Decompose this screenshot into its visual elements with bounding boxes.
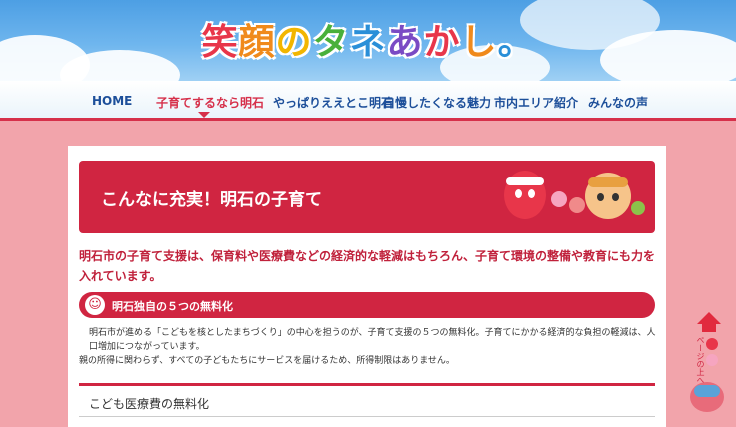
nav-charm[interactable]: 自慢したくなる魅力 bbox=[383, 94, 491, 111]
nav-childcare[interactable]: 子育てするなら明石 bbox=[156, 94, 264, 111]
smile-icon: ☺ bbox=[85, 295, 105, 315]
logo-char: あ bbox=[386, 22, 424, 63]
small-mascot-icon bbox=[569, 197, 585, 213]
tako-mascot-icon bbox=[504, 171, 546, 219]
tako-mascot-icon bbox=[690, 382, 724, 412]
nav-area[interactable]: 市内エリア紹介 bbox=[494, 94, 578, 111]
main-content: こんなに充実！明石の子育て 明石市の子育て支援は、保育料や医療費などの経済的な軽… bbox=[68, 146, 666, 427]
logo-char: か bbox=[423, 22, 461, 63]
section-heading: こども医療費の無料化 bbox=[79, 383, 655, 417]
back-to-top-label: ページの上へ bbox=[696, 336, 705, 384]
intro-text: 明石市の子育て支援は、保育料や医療費などの経済的な軽減はもちろん、子育て環境の整… bbox=[79, 249, 656, 283]
body-paragraph: 明石市が進める「こどもを核としたまちづくり」の中心を担うのが、子育て支援の５つの… bbox=[89, 328, 656, 352]
mascot-icon bbox=[706, 338, 718, 350]
logo-char: 笑 bbox=[201, 22, 239, 63]
subsection-heading: ☺ 明石独自の５つの無料化 bbox=[79, 292, 655, 318]
leaf-icon bbox=[631, 201, 645, 215]
small-mascot-icon bbox=[551, 191, 567, 207]
back-to-top-button[interactable]: ページの上へ bbox=[690, 312, 730, 414]
nav-voices[interactable]: みんなの声 bbox=[588, 94, 648, 111]
page-title: こんなに充実！明石の子育て bbox=[101, 190, 322, 210]
mascot-icon bbox=[706, 354, 718, 366]
nav-good-place[interactable]: やっぱりええとこ明石 bbox=[273, 94, 393, 111]
logo-char: ネ bbox=[349, 22, 387, 63]
main-nav: HOME 子育てするなら明石 やっぱりええとこ明石 自慢したくなる魅力 市内エリ… bbox=[0, 81, 736, 121]
section-title: こども医療費の無料化 bbox=[89, 397, 210, 411]
page-banner: こんなに充実！明石の子育て bbox=[79, 161, 655, 233]
active-nav-indicator bbox=[198, 112, 210, 118]
subsection-title: 明石独自の５つの無料化 bbox=[112, 300, 233, 313]
body-text: 明石市が進める「こどもを核としたまちづくり」の中心を担うのが、子育て支援の５つの… bbox=[79, 326, 659, 368]
up-arrow-icon bbox=[702, 323, 716, 332]
site-logo[interactable]: 笑 顔 の タ ネ あ か し 。 bbox=[201, 14, 533, 64]
nav-home[interactable]: HOME bbox=[92, 94, 132, 108]
site-header: 笑 顔 の タ ネ あ か し 。 bbox=[0, 0, 736, 81]
logo-char: タ bbox=[312, 22, 350, 63]
tako-mascot-icon bbox=[585, 173, 631, 219]
logo-char: 顔 bbox=[238, 22, 276, 63]
logo-char: の bbox=[275, 22, 313, 63]
logo-char: し bbox=[460, 22, 498, 63]
logo-char: 。 bbox=[497, 22, 535, 63]
body-paragraph: 親の所得に関わらず、すべての子どもたちにサービスを届けるため、所得制限はありませ… bbox=[79, 356, 455, 366]
